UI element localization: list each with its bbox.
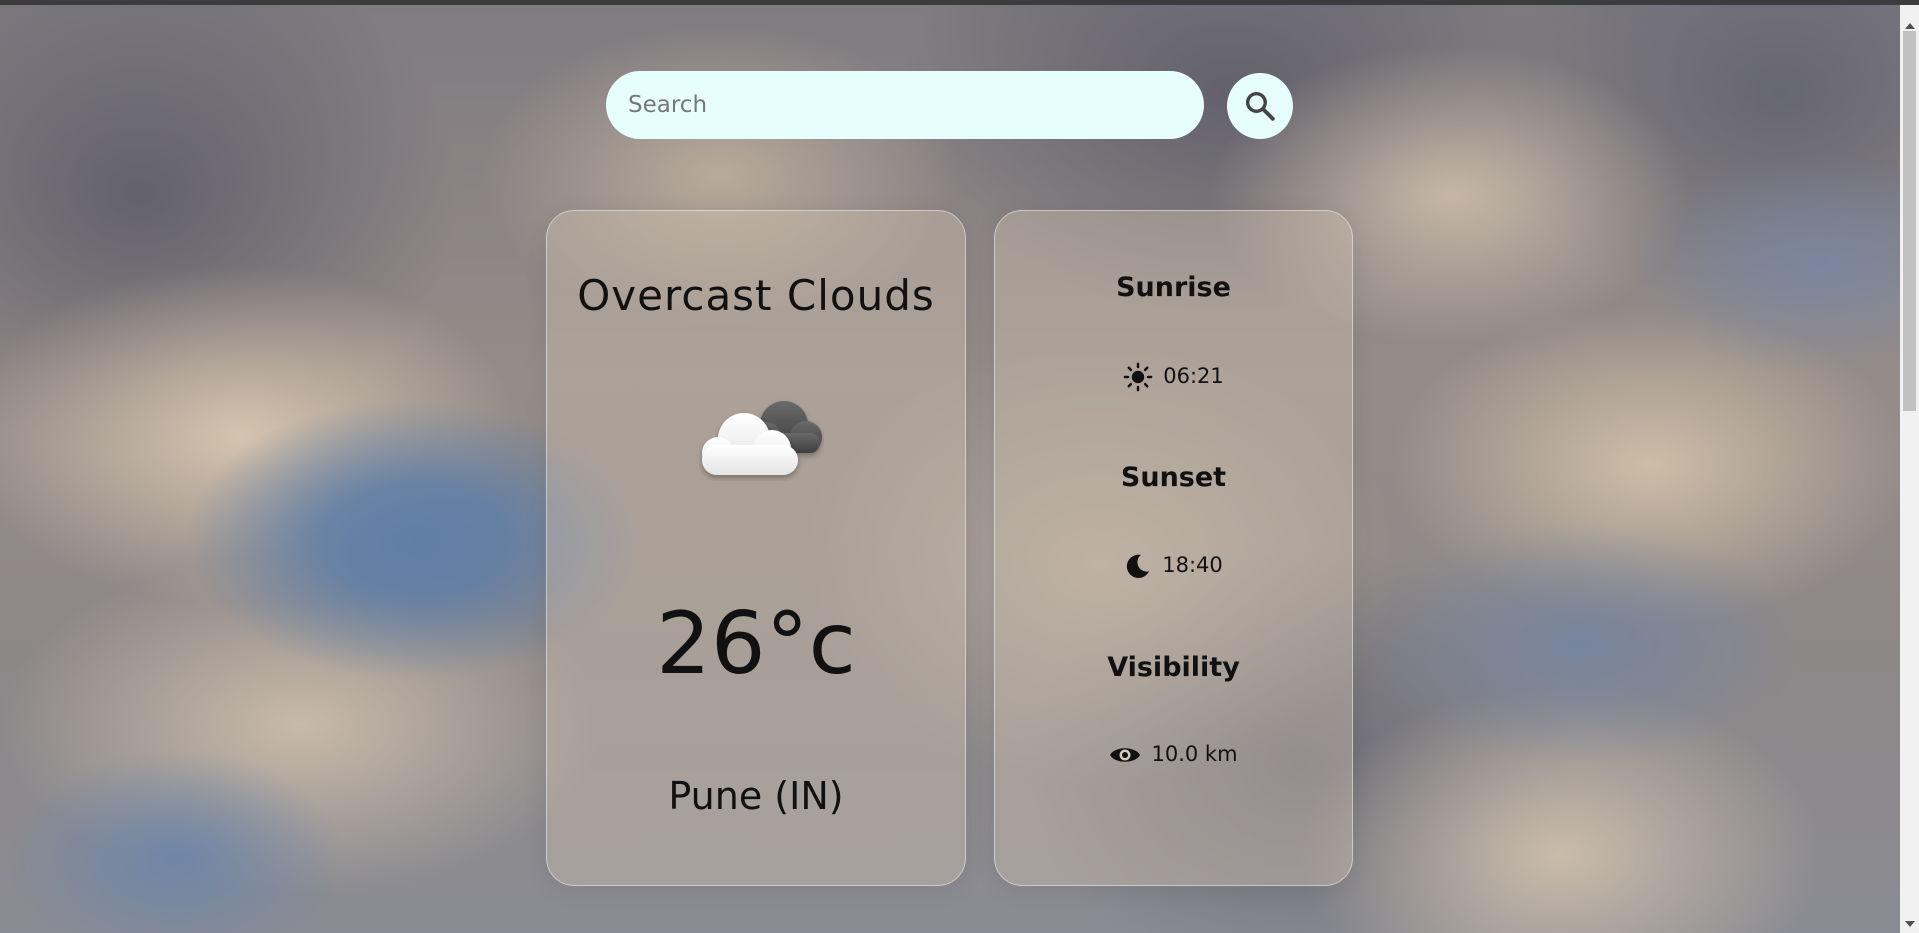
visibility-label: Visibility	[1107, 652, 1240, 683]
weather-details-card: Sunrise 06:21 Sunset 18:40 Visibility 10…	[994, 210, 1353, 886]
cloud-icon	[702, 401, 822, 475]
weather-condition: Overcast Clouds	[577, 271, 935, 320]
search-button[interactable]	[1227, 73, 1293, 139]
scroll-down-arrow-icon[interactable]	[1905, 921, 1915, 927]
sun-icon	[1123, 362, 1153, 392]
sunrise-time: 06:21	[1163, 364, 1224, 389]
sunrise-label: Sunrise	[1116, 272, 1231, 303]
sunrise-row: 06:21	[995, 362, 1352, 392]
visibility-value: 10.0 km	[1151, 742, 1238, 766]
eye-icon	[1109, 744, 1141, 766]
visibility-row: 10.0 km	[995, 742, 1352, 767]
search-input[interactable]	[606, 71, 1204, 139]
temperature: 26°c	[656, 594, 856, 694]
sunset-time: 18:40	[1162, 553, 1223, 578]
location-name: Pune (IN)	[668, 774, 844, 818]
moon-icon	[1124, 552, 1152, 580]
sunset-row: 18:40	[995, 552, 1352, 580]
sunset-label: Sunset	[1120, 462, 1227, 493]
current-weather-card: Overcast Clouds 26°c Pune (IN)	[546, 210, 966, 886]
browser-top-edge	[0, 0, 1919, 5]
scroll-up-arrow-icon[interactable]	[1905, 23, 1915, 29]
vertical-scrollbar[interactable]	[1900, 5, 1919, 933]
weather-app: Overcast Clouds	[0, 0, 1919, 933]
scroll-thumb[interactable]	[1903, 31, 1916, 411]
search-icon	[1245, 91, 1275, 121]
